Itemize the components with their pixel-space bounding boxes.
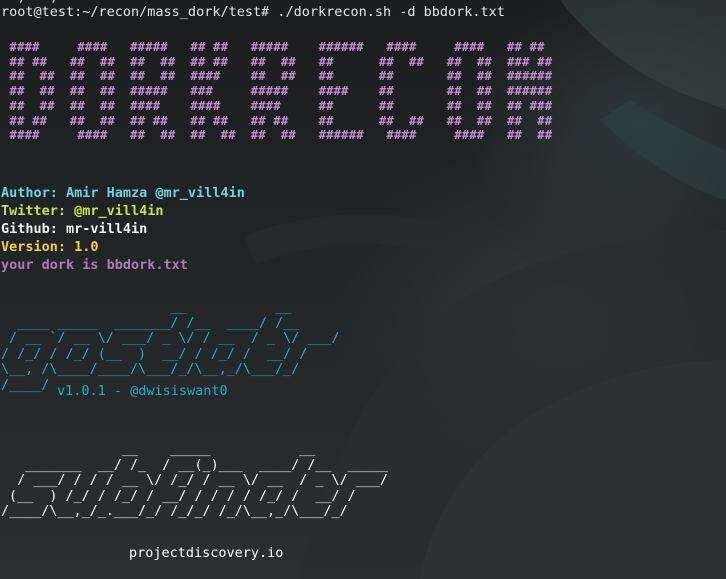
author-line: Author: Amir Hamza @mr_vill4in [1,185,245,201]
command-prompt-line: root@test:~/recon/mass_dork/test# ./dork… [1,4,505,20]
twitter-line: Twitter: @mr_vill4in [1,203,164,219]
banner-line: #### #### ##### ## ## ##### ###### #### … [9,40,545,54]
banner-line: ## ## ## ## ## ## ## ## ## ## ## ## ## #… [9,54,553,69]
banner-line: ## ## ## ## ##### ### ##### #### ## ## #… [9,84,553,99]
subfinder-ascii-logo: __ _____ __ _______ __/ /_ / __(_)___ __… [1,442,388,520]
dorkrecon-ascii-banner: #### #### ##### ## ## ##### ###### #### … [2,40,553,143]
version-line: Version: 1.0 [1,239,99,255]
gospider-ascii-logo: __ __ ____ _____ _______/ /__ ____/ /__ … [1,300,340,393]
banner-line: #### #### ## ## ## ## ## ## ###### #### … [9,128,553,143]
github-line: Github: mr-vill4in [1,221,148,237]
terminal-window[interactable]: , , root@test:~/recon/mass_dork/test# ./… [0,0,726,579]
banner-line: ## ## ## ## #### #### #### ## ## ## ## #… [9,98,553,113]
banner-line: ## ## ## ## ## ## #### ## ## ## ## ## ##… [9,69,553,84]
dork-file-line: your dork is bbdork.txt [1,257,188,273]
gospider-version-line: v1.0.1 - @dwisiswant0 [57,383,228,399]
banner-line: ## ## ## ## ## ## ## ## ## ## ## ## ## #… [9,113,553,128]
subfinder-site-line: projectdiscovery.io [129,545,284,561]
